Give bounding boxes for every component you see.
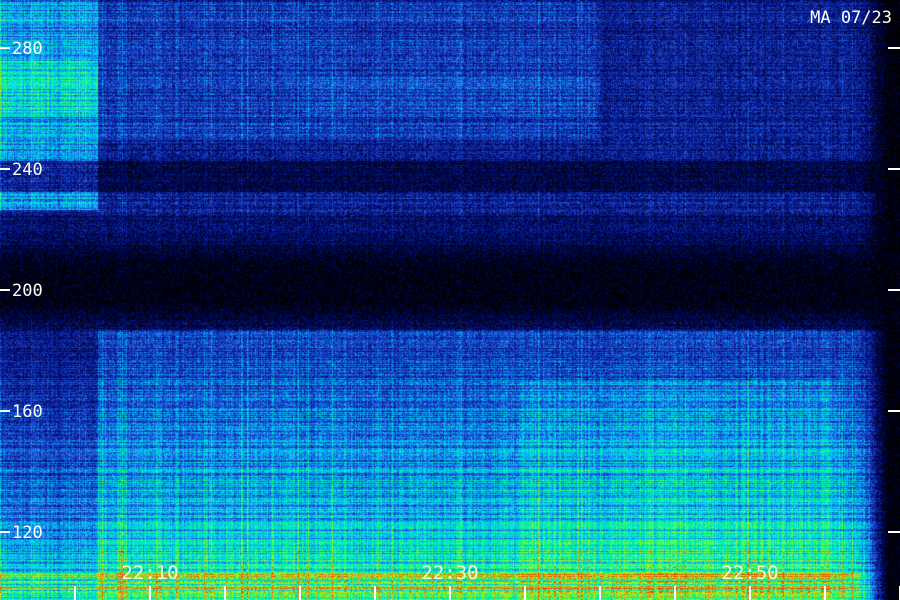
x-tick-label-22:50: 22:50 — [721, 562, 778, 584]
spectrogram-chart: MA 07/23 280 240 200 160 120 22:10 22:30 22:50 — [0, 0, 900, 600]
y-tick-label-200: 200 — [12, 281, 43, 301]
chart-overlay: MA 07/23 280 240 200 160 120 22:10 22:30 22:50 — [0, 8, 900, 600]
y-tick-label-120: 120 — [12, 523, 43, 543]
y-axis: 280 240 200 160 120 — [0, 39, 900, 543]
chart-title: MA 07/23 — [810, 8, 892, 28]
x-tick-label-22:10: 22:10 — [121, 562, 178, 584]
x-axis: 22:10 22:30 22:50 — [74, 562, 900, 600]
y-tick-label-240: 240 — [12, 160, 43, 180]
y-tick-label-160: 160 — [12, 402, 43, 422]
y-tick-label-280: 280 — [12, 39, 43, 59]
x-tick-label-22:30: 22:30 — [421, 562, 478, 584]
